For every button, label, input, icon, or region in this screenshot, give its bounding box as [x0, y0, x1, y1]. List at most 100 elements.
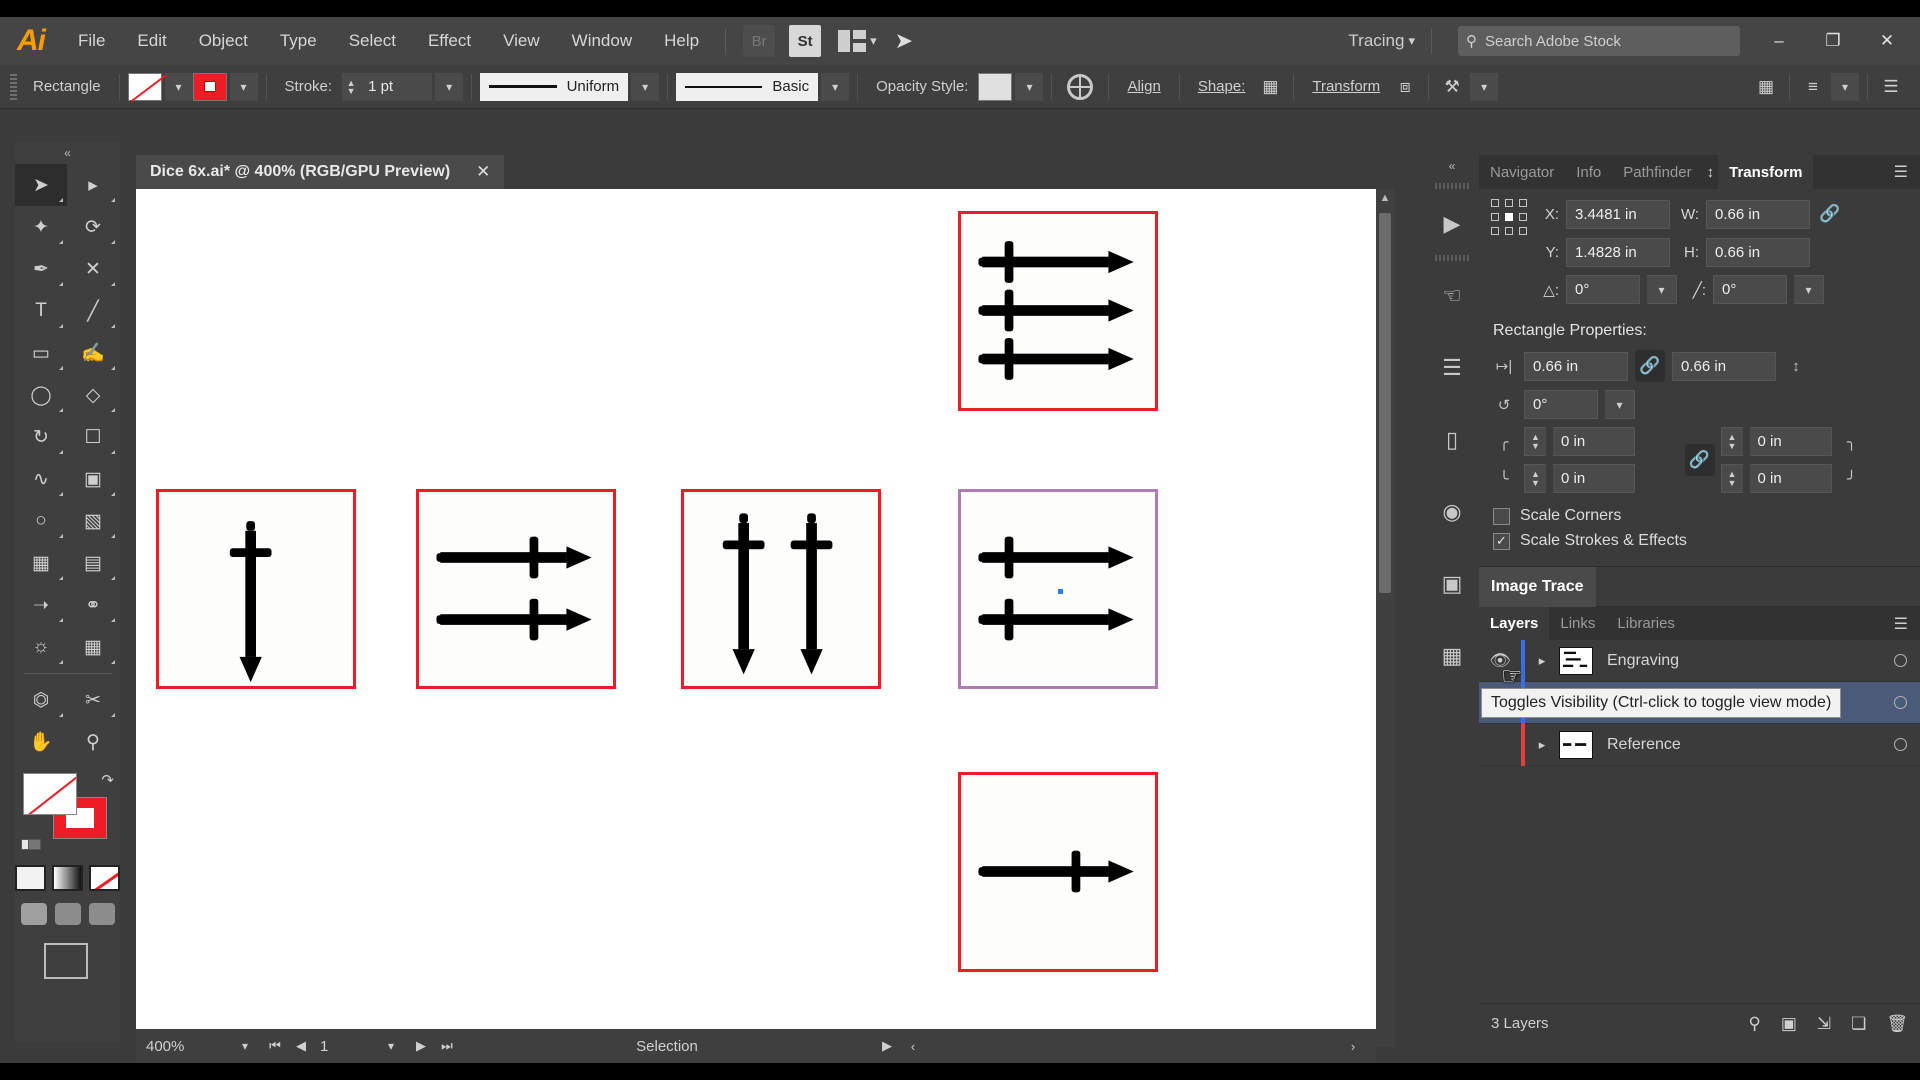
selection-tool[interactable]: ➤	[15, 164, 67, 206]
menu-window[interactable]: Window	[556, 17, 648, 65]
recolor-artwork-icon[interactable]: ⚒	[1437, 73, 1467, 101]
stroke-swatch[interactable]	[192, 72, 227, 101]
image-trace-panel-header[interactable]: Image Trace	[1479, 566, 1920, 607]
libraries-rail-icon[interactable]: ▶	[1425, 177, 1479, 249]
zoom-tool[interactable]: ⚲	[67, 721, 119, 763]
free-transform-tool[interactable]: ▣	[67, 458, 119, 500]
create-new-layer-icon[interactable]: ❏	[1851, 1014, 1866, 1034]
artboards-rail-icon[interactable]: ▣	[1425, 537, 1479, 609]
menu-help[interactable]: Help	[648, 17, 715, 65]
tab-layers[interactable]: Layers	[1479, 606, 1550, 641]
last-artboard-icon[interactable]: ⏭	[434, 1038, 460, 1054]
tab-transform[interactable]: Transform	[1718, 155, 1814, 189]
opacity-wheel-icon[interactable]	[1060, 73, 1100, 101]
gradient-mode-button[interactable]	[52, 865, 83, 891]
width-tool[interactable]: ∿	[15, 458, 67, 500]
vscroll-thumb[interactable]	[1379, 213, 1391, 593]
corner-tr-input[interactable]: 0 in	[1749, 427, 1832, 456]
scale-corners-row[interactable]: Scale Corners	[1493, 507, 1908, 525]
artboard-chevron-down-icon[interactable]: ▾	[374, 1039, 408, 1053]
appearance-rail-icon[interactable]: ▯	[1425, 393, 1479, 465]
sword-cell-2[interactable]	[958, 489, 1158, 689]
hand-tool[interactable]: ✋	[15, 721, 67, 763]
minimize-button[interactable]: –	[1752, 17, 1806, 65]
scale-corners-checkbox[interactable]	[1493, 507, 1510, 525]
prev-artboard-icon[interactable]: ◀	[288, 1038, 314, 1054]
workspace-switcher[interactable]: Tracing	[1348, 31, 1404, 51]
lasso-tool[interactable]: ⟳	[67, 206, 119, 248]
gradient-tool[interactable]: ▤	[67, 542, 119, 584]
menu-file[interactable]: File	[62, 17, 121, 65]
stroke-weight-input[interactable]: 1 pt	[360, 72, 433, 101]
layer-name[interactable]: Engraving	[1593, 652, 1880, 670]
corner-bl-stepper[interactable]: ▲ ▼	[1524, 464, 1546, 493]
reference-point-selector[interactable]	[1491, 199, 1529, 237]
stroke-chevron-down-icon[interactable]: ▾	[229, 72, 258, 101]
zoom-chevron-down-icon[interactable]: ▾	[228, 1039, 262, 1053]
asset-export-rail-icon[interactable]: ▦	[1425, 609, 1479, 681]
pen-tool[interactable]: ✒	[15, 248, 67, 290]
corner-br-stepper[interactable]: ▲ ▼	[1720, 464, 1743, 493]
mesh-tool[interactable]: ▦	[15, 542, 67, 584]
tab-pathfinder[interactable]: Pathfinder	[1612, 155, 1702, 189]
make-clipping-mask-icon[interactable]: ▣	[1781, 1014, 1797, 1034]
corner-tl-stepper[interactable]: ▲ ▼	[1524, 427, 1546, 456]
recolor-chevron-down-icon[interactable]: ▾	[1470, 72, 1499, 101]
w-input[interactable]: 0.66 in	[1706, 199, 1810, 229]
color-guide-rail-icon[interactable]: ◉	[1425, 465, 1479, 537]
brush-chevron-down-icon[interactable]: ▾	[821, 72, 850, 101]
isolate-icon[interactable]: ⧈	[1390, 73, 1420, 101]
fill-swatch[interactable]	[127, 72, 162, 101]
color-mode-button[interactable]	[15, 865, 46, 891]
rect-constrain-icon[interactable]: 🔗	[1635, 350, 1665, 382]
rect-height-input[interactable]: 0.66 in	[1672, 351, 1776, 381]
corner-tr-stepper[interactable]: ▲ ▼	[1720, 427, 1743, 456]
scroll-up-icon[interactable]: ▲	[1376, 189, 1394, 207]
stroke-weight-stepper[interactable]: ▲ ▼	[342, 72, 361, 101]
shaper-tool[interactable]: ◯	[15, 374, 67, 416]
type-tool[interactable]: T	[15, 290, 67, 332]
tab-info[interactable]: Info	[1565, 155, 1612, 189]
blend-tool[interactable]: ⚭	[67, 584, 119, 626]
default-fill-stroke-icon[interactable]	[21, 837, 41, 855]
paintbrush-tool[interactable]: ✍	[67, 332, 119, 374]
h-input[interactable]: 0.66 in	[1706, 237, 1810, 267]
scale-tool[interactable]: ☐	[67, 416, 119, 458]
stock-icon[interactable]: St	[789, 25, 822, 57]
normal-screen-mode-icon[interactable]	[20, 903, 47, 925]
fullscreen-menubar-icon[interactable]	[54, 903, 81, 925]
fill-color-swatch[interactable]	[23, 773, 77, 815]
control-panel-menu-icon[interactable]: ☰	[1876, 73, 1906, 101]
stroke-weight-chevron-down-icon[interactable]: ▾	[435, 72, 464, 101]
close-button[interactable]: ✕	[1860, 17, 1914, 65]
slice-tool[interactable]: ✂	[67, 679, 119, 721]
status-prev-icon[interactable]: ‹	[900, 1039, 926, 1054]
curvature-tool[interactable]: ✕	[67, 248, 119, 290]
menu-edit[interactable]: Edit	[121, 17, 182, 65]
rect-rotation-input[interactable]: 0°	[1524, 390, 1598, 419]
tab-libraries[interactable]: Libraries	[1606, 607, 1686, 641]
swatches-rail-icon[interactable]: ☰	[1425, 321, 1479, 393]
brush-definition-select[interactable]: Basic	[676, 72, 819, 101]
stroke-profile-chevron-down-icon[interactable]: ▾	[631, 72, 660, 101]
menu-object[interactable]: Object	[183, 17, 264, 65]
magic-wand-tool[interactable]: ✦	[15, 206, 67, 248]
rotate-input[interactable]: 0°	[1566, 275, 1640, 304]
workspace-chevron-down-icon[interactable]: ▾	[1408, 33, 1415, 49]
canvas-vertical-scrollbar[interactable]: ▲ ▼	[1376, 189, 1394, 1047]
sword-cell-6[interactable]	[958, 772, 1158, 972]
change-screen-mode-icon[interactable]	[43, 943, 88, 979]
document-close-icon[interactable]: ✕	[476, 162, 490, 182]
create-sublayer-icon[interactable]: ⇲	[1817, 1014, 1831, 1034]
sword-cell-5[interactable]	[681, 489, 881, 689]
corner-tl-input[interactable]: 0 in	[1553, 427, 1635, 456]
locate-object-icon[interactable]: ⚲	[1748, 1014, 1760, 1034]
fullscreen-mode-icon[interactable]	[88, 903, 115, 925]
eraser-tool[interactable]: ◇	[67, 374, 119, 416]
rotate-chevron-down-icon[interactable]: ▾	[1647, 275, 1677, 304]
rect-width-input[interactable]: 0.66 in	[1524, 351, 1628, 381]
first-artboard-icon[interactable]: ⏮	[262, 1038, 288, 1054]
arrange-grid-icon[interactable]: ▦	[1751, 73, 1781, 101]
shear-chevron-down-icon[interactable]: ▾	[1794, 275, 1824, 304]
rect-rotation-chevron-down-icon[interactable]: ▾	[1605, 390, 1635, 419]
